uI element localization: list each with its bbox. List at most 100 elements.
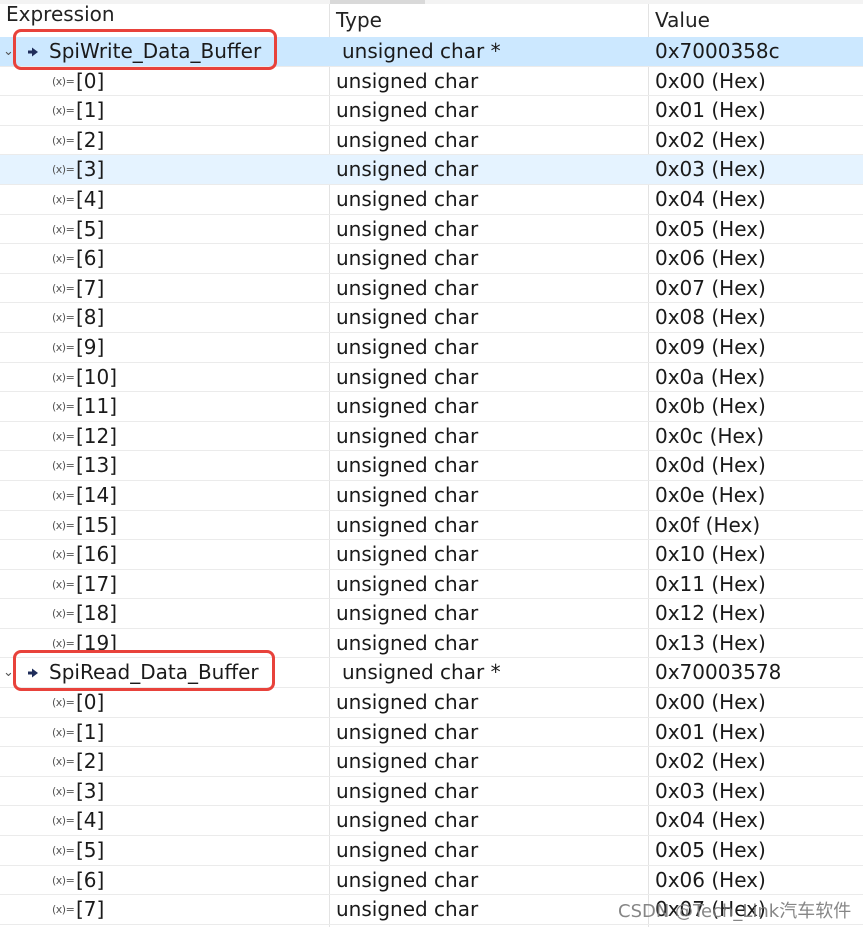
expression-cell: (x)= [14]	[0, 481, 329, 510]
value-cell[interactable]: 0x02 (Hex)	[655, 747, 766, 776]
tree-row-child[interactable]: (x)= [11] unsigned char 0x0b (Hex)	[0, 392, 863, 422]
tree-row-child[interactable]: (x)= [12] unsigned char 0x0c (Hex)	[0, 422, 863, 452]
chevron-down-icon[interactable]: ⌄	[3, 37, 15, 66]
tree-row-child[interactable]: (x)= [10] unsigned char 0x0a (Hex)	[0, 363, 863, 393]
value-cell[interactable]: 0x0d (Hex)	[655, 451, 766, 480]
value-cell[interactable]: 0x70003578	[655, 658, 781, 687]
expression-cell: (x)= [11]	[0, 392, 329, 421]
element-index: [6]	[76, 867, 105, 892]
type-cell: unsigned char	[336, 127, 479, 152]
tree-row-child[interactable]: (x)= [2] unsigned char 0x02 (Hex)	[0, 126, 863, 156]
chevron-down-icon[interactable]: ⌄	[3, 658, 15, 687]
type-cell: unsigned char	[336, 482, 479, 507]
value-cell[interactable]: 0x0e (Hex)	[655, 481, 765, 510]
tree-row-child[interactable]: (x)= [6] unsigned char 0x06 (Hex)	[0, 244, 863, 274]
variable-icon: (x)=	[52, 429, 75, 443]
value-cell[interactable]: 0x0c (Hex)	[655, 422, 764, 451]
value-cell[interactable]: 0x11 (Hex)	[655, 570, 766, 599]
value-cell[interactable]: 0x08 (Hex)	[655, 303, 766, 332]
element-index: [6]	[76, 246, 105, 271]
value-cell[interactable]: 0x04 (Hex)	[655, 185, 766, 214]
value-cell[interactable]: 0x12 (Hex)	[655, 599, 766, 628]
type-cell: unsigned char	[336, 68, 479, 93]
tree-row-child[interactable]: (x)= [14] unsigned char 0x0e (Hex)	[0, 481, 863, 511]
value-cell[interactable]: 0x09 (Hex)	[655, 333, 766, 362]
value-cell[interactable]: 0x03 (Hex)	[655, 777, 766, 806]
tree-row-child[interactable]: (x)= [4] unsigned char 0x04 (Hex)	[0, 185, 863, 215]
expression-cell: (x)= [7]	[0, 895, 329, 924]
tree-row-child[interactable]: (x)= [17] unsigned char 0x11 (Hex)	[0, 570, 863, 600]
value-cell[interactable]: 0x05 (Hex)	[655, 836, 766, 865]
value-cell[interactable]: 0x0b (Hex)	[655, 392, 766, 421]
variable-icon: (x)=	[52, 400, 75, 414]
element-index: [13]	[76, 453, 118, 478]
tree-row-child[interactable]: (x)= [0] unsigned char 0x00 (Hex)	[0, 67, 863, 97]
value-cell[interactable]: 0x07 (Hex)	[655, 274, 766, 303]
tree-row-child[interactable]: (x)= [6] unsigned char 0x06 (Hex)	[0, 866, 863, 896]
expression-cell: (x)= [1]	[0, 718, 329, 747]
value-cell[interactable]: 0x06 (Hex)	[655, 244, 766, 273]
tree-row-child[interactable]: (x)= [5] unsigned char 0x05 (Hex)	[0, 836, 863, 866]
variable-icon: (x)=	[52, 548, 75, 562]
element-index: [7]	[76, 275, 105, 300]
value-cell[interactable]: 0x03 (Hex)	[655, 155, 766, 184]
expression-cell: (x)= [16]	[0, 540, 329, 569]
element-index: [2]	[76, 127, 105, 152]
value-cell[interactable]: 0x0a (Hex)	[655, 363, 765, 392]
element-index: [7]	[76, 897, 105, 922]
value-cell[interactable]: 0x00 (Hex)	[655, 67, 766, 96]
tree-row-child[interactable]: (x)= [3] unsigned char 0x03 (Hex)	[0, 155, 863, 185]
variable-icon: (x)=	[52, 873, 75, 887]
tree-row-child[interactable]: (x)= [9] unsigned char 0x09 (Hex)	[0, 333, 863, 363]
tree-row-child[interactable]: (x)= [0] unsigned char 0x00 (Hex)	[0, 688, 863, 718]
value-cell[interactable]: 0x05 (Hex)	[655, 215, 766, 244]
value-cell[interactable]: 0x0f (Hex)	[655, 511, 760, 540]
tree-row-parent[interactable]: ⌄ SpiWrite_Data_Buffer unsigned char * 0x70…	[0, 37, 863, 67]
expression-cell: (x)= [8]	[0, 303, 329, 332]
tree-row-child[interactable]: (x)= [2] unsigned char 0x02 (Hex)	[0, 747, 863, 777]
element-index: [1]	[76, 719, 105, 744]
value-cell[interactable]: 0x06 (Hex)	[655, 866, 766, 895]
tree-row-child[interactable]: (x)= [13] unsigned char 0x0d (Hex)	[0, 451, 863, 481]
tree-row-child[interactable]: (x)= [15] unsigned char 0x0f (Hex)	[0, 511, 863, 541]
type-cell: unsigned char	[336, 157, 479, 182]
tree-row-child[interactable]: (x)= [8] unsigned char 0x08 (Hex)	[0, 303, 863, 333]
type-cell: unsigned char	[336, 394, 479, 419]
value-cell[interactable]: 0x01 (Hex)	[655, 96, 766, 125]
value-cell[interactable]: 0x10 (Hex)	[655, 540, 766, 569]
value-cell[interactable]: 0x00 (Hex)	[655, 688, 766, 717]
type-cell: unsigned char	[336, 542, 479, 567]
tree-row-child[interactable]: (x)= [1] unsigned char 0x01 (Hex)	[0, 96, 863, 126]
tree-row-parent[interactable]: ⌄ SpiRead_Data_Buffer unsigned char * 0x700…	[0, 658, 863, 689]
variable-icon: (x)=	[52, 903, 75, 917]
element-index: [2]	[76, 749, 105, 774]
value-cell[interactable]: 0x01 (Hex)	[655, 718, 766, 747]
column-header-expression[interactable]: Expression	[0, 0, 329, 31]
tree-row-child[interactable]: (x)= [1] unsigned char 0x01 (Hex)	[0, 718, 863, 748]
type-cell: unsigned char *	[342, 39, 501, 63]
tree-row-child[interactable]: (x)= [16] unsigned char 0x10 (Hex)	[0, 540, 863, 570]
value-cell[interactable]: 0x02 (Hex)	[655, 126, 766, 155]
value-cell[interactable]: 0x13 (Hex)	[655, 629, 766, 658]
tree-row-child[interactable]: (x)= [18] unsigned char 0x12 (Hex)	[0, 599, 863, 629]
value-cell[interactable]: 0x04 (Hex)	[655, 806, 766, 835]
value-cell[interactable]: 0x7000358c	[655, 37, 780, 66]
tree-row-child[interactable]: (x)= [19] unsigned char 0x13 (Hex)	[0, 629, 863, 659]
type-cell: unsigned char	[336, 808, 479, 833]
variable-icon: (x)=	[52, 607, 75, 621]
variable-icon: (x)=	[52, 133, 75, 147]
tree-row-child[interactable]: (x)= [3] unsigned char 0x03 (Hex)	[0, 777, 863, 807]
variable-icon: (x)=	[52, 784, 75, 798]
element-index: [3]	[76, 778, 105, 803]
tree-row-child[interactable]: (x)= [5] unsigned char 0x05 (Hex)	[0, 215, 863, 245]
expression-cell: (x)= [5]	[0, 836, 329, 865]
element-index: [9]	[76, 334, 105, 359]
expression-cell: (x)= [13]	[0, 451, 329, 480]
column-header-type[interactable]: Type	[330, 4, 648, 37]
tree-row-child[interactable]: (x)= [7] unsigned char 0x07 (Hex)	[0, 274, 863, 304]
tree-row-child[interactable]: (x)= [4] unsigned char 0x04 (Hex)	[0, 806, 863, 837]
type-cell: unsigned char	[336, 364, 479, 389]
expression-cell: (x)= [6]	[0, 866, 329, 895]
type-cell: unsigned char	[336, 453, 479, 478]
column-header-value[interactable]: Value	[649, 4, 863, 37]
